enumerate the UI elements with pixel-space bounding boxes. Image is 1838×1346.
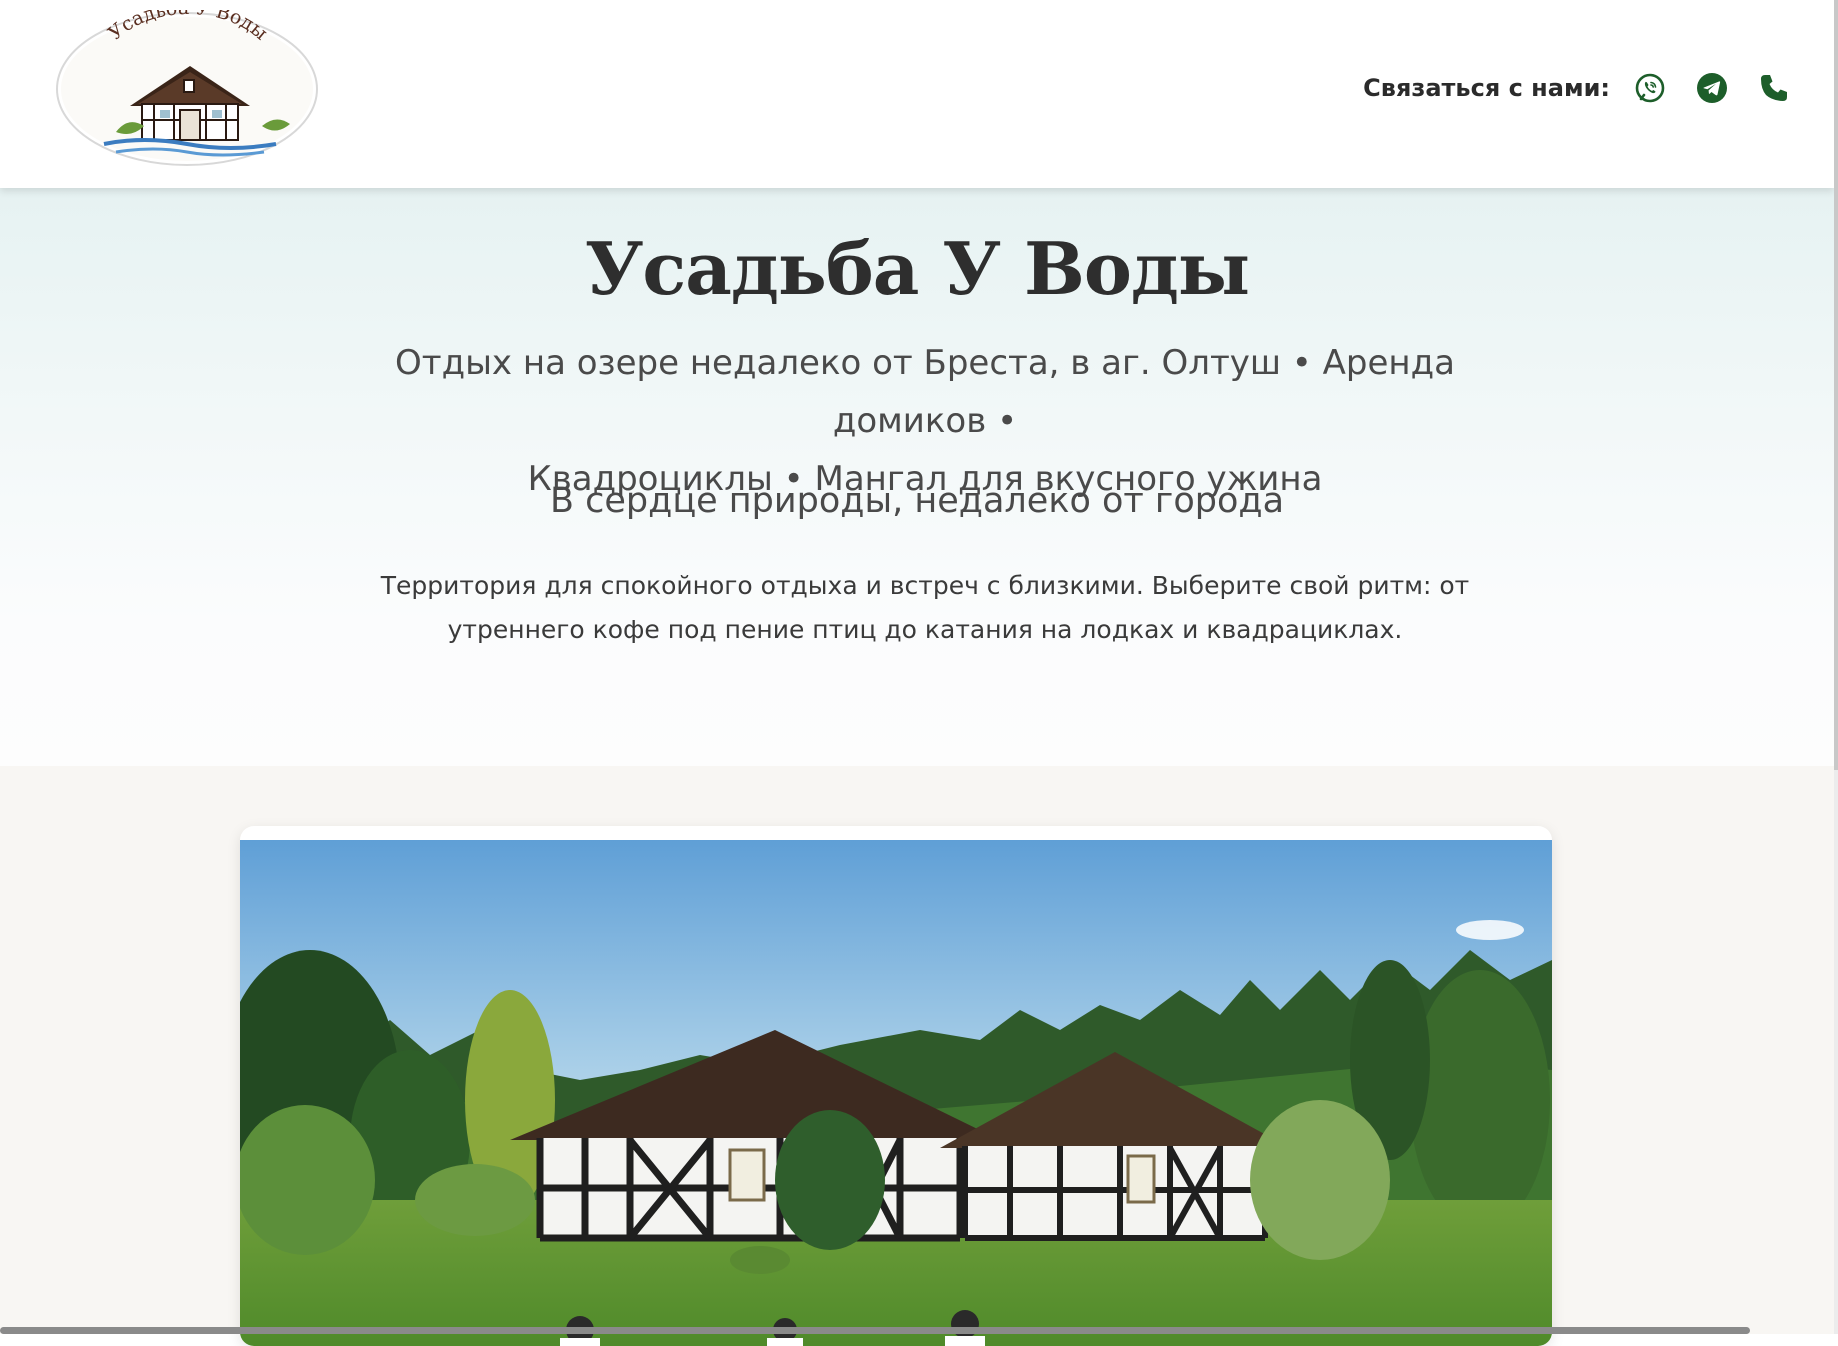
- hero-title: Усадьба У Воды: [584, 226, 1250, 311]
- vertical-scrollbar[interactable]: [1834, 0, 1838, 1334]
- hero-description-line1: Территория для спокойного отдыха и встре…: [380, 571, 1470, 600]
- telegram-icon[interactable]: [1694, 70, 1730, 106]
- estate-photo: [240, 840, 1552, 1346]
- gallery-section: [0, 766, 1834, 1346]
- logo-image: Усадьба У Воды: [56, 0, 318, 166]
- horizontal-scrollbar-thumb[interactable]: [0, 1327, 1750, 1334]
- hero-tagline: В сердце природы, недалеко от города: [549, 481, 1285, 521]
- viber-icon[interactable]: [1632, 70, 1668, 106]
- vertical-scrollbar-thumb[interactable]: [1834, 0, 1838, 770]
- contact-label: Связаться с нами:: [1363, 74, 1610, 102]
- hero-description: Территория для спокойного отдыха и встре…: [370, 564, 1480, 652]
- contact-bar: Связаться с нами:: [1363, 0, 1834, 176]
- site-header: Усадьба У Воды Связаться с нами:: [0, 0, 1834, 188]
- site-logo[interactable]: Усадьба У Воды: [54, 0, 320, 168]
- photo-card[interactable]: [240, 826, 1552, 1346]
- hero-subtitle-line1: Отдых на озере недалеко от Бреста, в аг.…: [395, 343, 1455, 441]
- phone-icon[interactable]: [1756, 70, 1792, 106]
- horizontal-scrollbar[interactable]: [0, 1327, 1834, 1334]
- hero-description-line2: утреннего кофе под пение птиц до катания…: [447, 615, 1403, 644]
- hero-section: Усадьба У Воды Отдых на озере недалеко о…: [0, 188, 1834, 766]
